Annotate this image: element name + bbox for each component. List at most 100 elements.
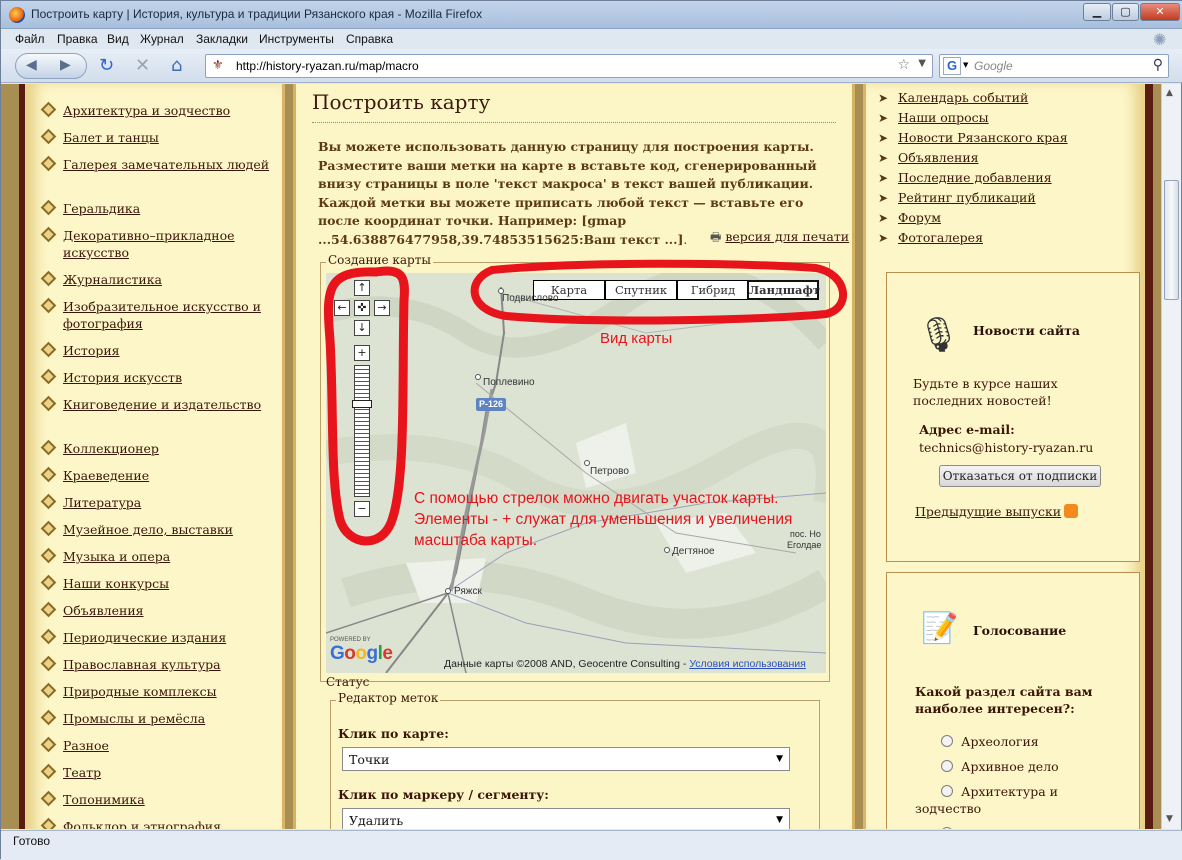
google-logo[interactable]: POWERED BY Google	[330, 637, 393, 665]
forward-arrow-icon[interactable]: ▶	[60, 57, 71, 73]
right-nav-link[interactable]: ➤ Последние добавления	[878, 170, 1052, 185]
bullet-icon	[40, 155, 57, 172]
google-map[interactable]: Карта Спутник Гибрид Ландшафт ↑ ← ✜ → ↓ …	[326, 273, 826, 673]
sidebar-item[interactable]: Разное	[40, 736, 303, 754]
search-input[interactable]: Google	[974, 59, 1013, 73]
bullet-icon	[40, 520, 57, 537]
sidebar-item[interactable]: Изобразительное искусство и фотография	[40, 297, 303, 332]
arrow-bullet-icon: ➤	[878, 91, 889, 105]
poll-question: Какой раздел сайта вам наиболее интересен…	[915, 684, 1093, 716]
minimize-button[interactable]: ▁	[1083, 3, 1111, 21]
sidebar-item[interactable]: Топонимика	[40, 790, 303, 808]
bullet-icon	[40, 341, 57, 358]
right-nav-link[interactable]: ➤ Форум	[878, 210, 941, 225]
map-dots	[445, 288, 670, 594]
arrow-bullet-icon: ➤	[878, 191, 889, 205]
right-nav-link[interactable]: ➤ Объявления	[878, 150, 979, 165]
unsubscribe-button[interactable]: Отказаться от подписки	[939, 465, 1101, 487]
sidebar-item[interactable]: Архитектура и зодчество	[40, 101, 303, 119]
menu-tools[interactable]: Инструменты	[259, 32, 334, 46]
click-marker-select[interactable]: Удалить ▼	[342, 808, 790, 829]
right-nav-link[interactable]: ➤ Календарь событий	[878, 90, 1028, 105]
back-arrow-icon[interactable]: ◀	[26, 57, 37, 73]
stop-icon[interactable]: ✕	[135, 55, 150, 76]
back-forward-buttons[interactable]: ◀ ▶	[15, 53, 87, 79]
menu-view[interactable]: Вид	[107, 32, 129, 46]
sidebar-item[interactable]: История искусств	[40, 368, 303, 386]
google-engine-icon[interactable]: G	[943, 57, 961, 75]
bullet-icon	[40, 655, 57, 672]
sidebar-item[interactable]: Природные комплексы	[40, 682, 303, 700]
sidebar-item[interactable]: Промыслы и ремёсла	[40, 709, 303, 727]
sidebar-item[interactable]: Наши конкурсы	[40, 574, 303, 592]
bullet-icon	[40, 199, 57, 216]
sidebar-item[interactable]: Православная культура	[40, 655, 303, 673]
sidebar-item[interactable]: Коллекционер	[40, 439, 303, 457]
home-icon[interactable]: ⌂	[171, 55, 182, 76]
bullet-icon	[40, 628, 57, 645]
right-nav-link[interactable]: ➤Гостевая книга	[878, 84, 1000, 85]
email-value[interactable]: technics@history-ryazan.ru	[919, 439, 1093, 456]
previous-issues-link[interactable]: Предыдущие выпуски	[915, 503, 1079, 520]
sidebar-item[interactable]: Театр	[40, 763, 303, 781]
right-sidebar: 🎙 Новости сайта Будьте в курсе наших посл…	[863, 84, 1153, 829]
maximize-button[interactable]: ▢	[1112, 3, 1139, 21]
search-bar[interactable]: G ▼ Google ⚲	[939, 54, 1169, 78]
right-nav-link[interactable]: ➤ Наши опросы	[878, 110, 989, 125]
sidebar-item[interactable]: Геральдика	[40, 199, 303, 217]
chevron-down-icon: ▼	[776, 815, 783, 825]
sidebar-item[interactable]: Галерея замечательных людей	[40, 155, 303, 173]
scroll-down-icon[interactable]: ▼	[1166, 814, 1173, 824]
url-text[interactable]: http://history-ryazan.ru/map/macro	[236, 59, 419, 73]
right-nav-link[interactable]: ➤ Рейтинг публикаций	[878, 190, 1036, 205]
sidebar-item[interactable]: История	[40, 341, 303, 359]
bullet-icon	[40, 709, 57, 726]
sidebar-item[interactable]: Журналистика	[40, 270, 303, 288]
bookmark-star-icon[interactable]: ☆	[897, 57, 910, 73]
poll-option-radio[interactable]	[941, 827, 953, 829]
arrow-bullet-icon: ➤	[878, 151, 889, 165]
engine-dropdown-icon[interactable]: ▼	[963, 61, 968, 69]
print-version-link[interactable]: 🖶 версия для печати	[710, 228, 849, 249]
url-dropdown-icon[interactable]: ▼	[918, 58, 926, 69]
sidebar-item[interactable]: Литература	[40, 493, 303, 511]
sidebar-item[interactable]: Краеведение	[40, 466, 303, 484]
right-nav-link[interactable]: ➤ Новости Рязанского края	[878, 130, 1068, 145]
sidebar-item[interactable]: Объявления	[40, 601, 303, 619]
sidebar-item[interactable]: Фольклор и этнография	[40, 817, 303, 829]
reload-icon[interactable]: ↻	[99, 55, 114, 76]
scroll-up-icon[interactable]: ▲	[1166, 88, 1173, 98]
menu-bookmarks[interactable]: Закладки	[196, 32, 248, 46]
address-bar[interactable]: ⚜ http://history-ryazan.ru/map/macro ☆ ▼	[205, 54, 933, 78]
search-icon[interactable]: ⚲	[1153, 57, 1163, 73]
click-map-label: Клик по карте:	[338, 726, 449, 741]
poll-option-radio[interactable]	[941, 785, 953, 797]
poll-option-label: Археология	[961, 734, 1039, 749]
notepad-icon: 📝	[921, 611, 959, 646]
sidebar-item[interactable]: Декоративно–прикладное искусство	[40, 226, 303, 261]
poll-option-radio[interactable]	[941, 760, 953, 772]
sidebar-item[interactable]: Балет и танцы	[40, 128, 303, 146]
poll-option-label: Архивное дело	[961, 759, 1059, 774]
menu-file[interactable]: Файл	[15, 32, 45, 46]
bullet-icon	[40, 297, 57, 314]
title-bar: Построить карту | История, культура и тр…	[1, 1, 1182, 29]
menu-edit[interactable]: Правка	[57, 32, 98, 46]
vertical-scrollbar[interactable]: ▲ ▼	[1161, 84, 1181, 829]
sidebar-item[interactable]: Музыка и опера	[40, 547, 303, 565]
terms-of-use-link[interactable]: Условия использования	[689, 658, 806, 670]
bullet-icon	[40, 128, 57, 145]
rss-icon[interactable]	[1064, 504, 1079, 518]
news-heading: Новости сайта	[973, 323, 1080, 338]
menu-help[interactable]: Справка	[346, 32, 393, 46]
scroll-thumb[interactable]	[1164, 180, 1179, 300]
menu-history[interactable]: Журнал	[140, 32, 184, 46]
printer-icon: 🖶	[710, 230, 722, 244]
right-nav-link[interactable]: ➤ Фотогалерея	[878, 230, 983, 245]
click-map-select[interactable]: Точки ▼	[342, 747, 790, 771]
close-button[interactable]: ✕	[1140, 3, 1180, 21]
sidebar-item[interactable]: Музейное дело, выставки	[40, 520, 303, 538]
poll-option-radio[interactable]	[941, 735, 953, 747]
sidebar-item[interactable]: Периодические издания	[40, 628, 303, 646]
sidebar-item[interactable]: Книговедение и издательство	[40, 395, 303, 413]
